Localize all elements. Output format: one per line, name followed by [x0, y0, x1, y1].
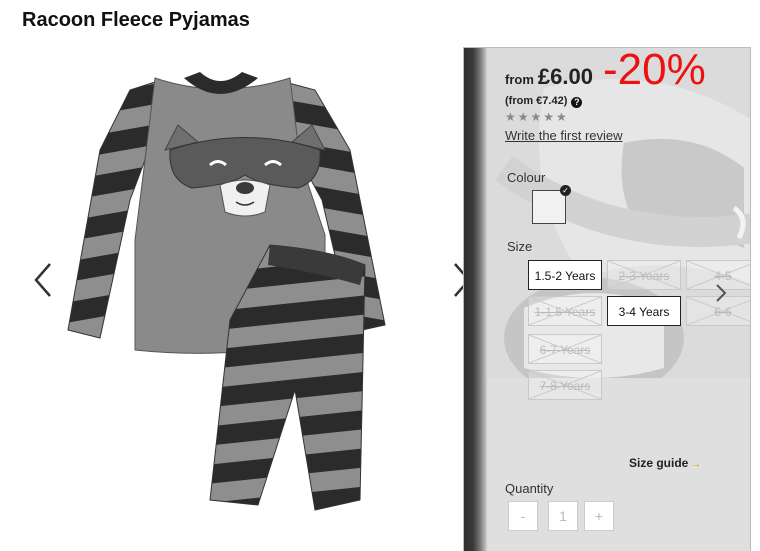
size-option-label: 5-6 — [714, 305, 732, 319]
product-title: Racoon Fleece Pyjamas — [22, 9, 250, 31]
size-option-label: 1-1.5 Years — [534, 305, 596, 319]
quantity-decrease-button[interactable]: - — [508, 501, 538, 531]
size-option-label: 3-4 Years — [618, 305, 670, 319]
size-guide-label: Size guide — [629, 456, 689, 470]
size-option-label: 6-7 Years — [539, 343, 591, 357]
product-image — [60, 60, 440, 530]
size-guide-link[interactable]: Size guide → — [629, 456, 701, 470]
write-review-link[interactable]: Write the first review — [505, 128, 623, 143]
size-scroll-right-icon[interactable] — [714, 282, 728, 304]
size-option-label: 1.5-2 Years — [534, 269, 596, 283]
gallery-prev-button[interactable] — [30, 260, 56, 300]
quantity-label: Quantity — [505, 481, 554, 496]
product-options-panel: from £6.00 -20% (from €7.42)? ★★★★★ Write… — [463, 47, 751, 551]
size-option-label: 7-8 Years — [539, 379, 591, 393]
size-option-label: 2-3 Years — [618, 269, 670, 283]
quantity-increase-button[interactable]: + — [584, 501, 614, 531]
price-from-label: from — [505, 72, 534, 87]
quantity-input[interactable]: 1 — [548, 501, 578, 531]
size-option[interactable]: 1-1.5 Years — [528, 296, 602, 326]
chevron-left-icon — [30, 263, 56, 304]
size-option[interactable]: 3-4 Years — [607, 296, 681, 326]
size-option[interactable]: 1.5-2 Years — [528, 260, 602, 290]
check-icon: ✓ — [560, 185, 571, 196]
price-amount: £6.00 — [537, 64, 593, 89]
panel-edge — [464, 48, 487, 551]
secondary-price-text: (from €7.42) — [505, 95, 568, 107]
arrow-right-icon: → — [690, 458, 702, 470]
colour-swatch[interactable]: ✓ — [532, 185, 571, 224]
discount-badge: -20% — [603, 47, 706, 94]
rating-stars: ★★★★★ — [505, 110, 569, 124]
size-option[interactable]: 7-8 Years — [528, 370, 602, 400]
size-option[interactable]: 2-3 Years — [607, 260, 681, 290]
price-row: from £6.00 — [505, 64, 593, 90]
help-icon[interactable]: ? — [571, 97, 583, 108]
size-label: Size — [507, 239, 533, 254]
colour-label: Colour — [507, 170, 546, 185]
size-option-label: 4-5 — [714, 269, 732, 283]
size-option[interactable]: 6-7 Years — [528, 334, 602, 364]
secondary-price: (from €7.42)? — [505, 95, 583, 108]
